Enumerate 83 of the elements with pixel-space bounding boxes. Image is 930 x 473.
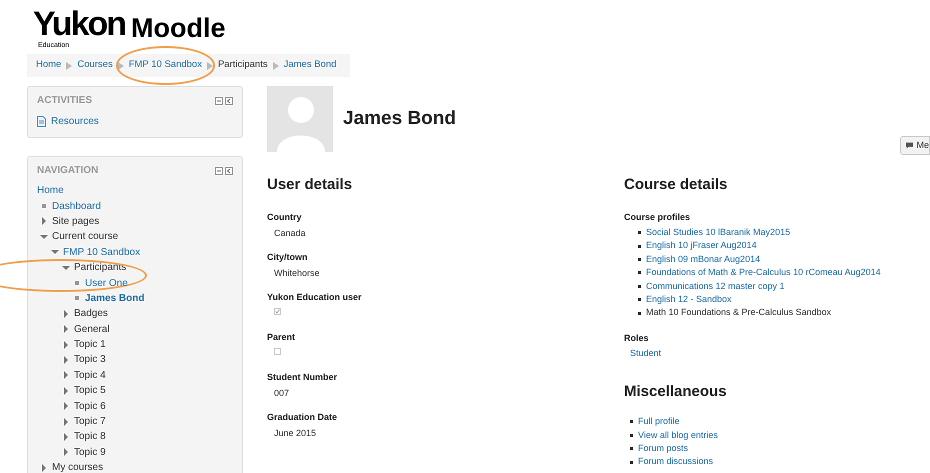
nav-item[interactable]: Dashboard xyxy=(52,200,101,212)
field-label: Student Number xyxy=(267,370,338,384)
nav-item[interactable]: Current course xyxy=(52,231,118,242)
separator-icon xyxy=(272,62,279,70)
bullet-icon xyxy=(630,420,633,424)
separator-icon xyxy=(118,62,124,70)
breadcrumb-link[interactable]: James Bond xyxy=(284,58,336,73)
breadcrumb-link[interactable]: Courses xyxy=(77,58,113,73)
field-value: June 2015 xyxy=(274,427,318,440)
block-title: NAVIGATION xyxy=(37,164,98,178)
course-link[interactable]: Foundations of Math & Pre-Calculus 10 rComeau Aug2014 xyxy=(646,266,881,280)
logo-wordmark: Yukon xyxy=(33,6,126,42)
bullet-icon xyxy=(75,281,79,286)
bullet-icon xyxy=(638,231,641,234)
nav-item[interactable]: Topic 4 xyxy=(74,370,106,381)
field-label: Parent xyxy=(267,330,296,344)
nav-item[interactable]: Badges xyxy=(74,308,108,320)
bullet-icon xyxy=(638,298,641,302)
bullet-icon xyxy=(638,284,641,288)
breadcrumb-link[interactable]: FMP 10 Sandbox xyxy=(128,58,202,73)
message-button[interactable]: Me xyxy=(900,136,930,155)
bullet-icon xyxy=(638,244,641,248)
section-heading: Course details xyxy=(624,175,728,195)
course-name: Math 10 Foundations & Pre-Calculus Sandbox xyxy=(646,306,832,320)
breadcrumb-link[interactable]: Participants xyxy=(218,58,268,73)
misc-link[interactable]: Forum posts xyxy=(638,442,688,456)
breadcrumb-link[interactable]: Home xyxy=(36,58,62,73)
bullet-icon xyxy=(638,258,641,261)
field-label: Roles xyxy=(624,332,650,345)
field-value: Whitehorse xyxy=(274,267,321,280)
section-heading: User details xyxy=(267,175,354,195)
course-link[interactable]: Social Studies 10 lBaranik May2015 xyxy=(646,226,790,240)
nav-item[interactable]: Participants xyxy=(74,262,126,274)
bullet-icon xyxy=(75,296,79,300)
separator-icon xyxy=(66,62,72,70)
avatar-placeholder xyxy=(267,86,333,152)
document-icon xyxy=(37,116,46,127)
misc-link[interactable]: Forum discussions xyxy=(638,455,714,469)
collapsed-arrow-icon[interactable] xyxy=(40,217,48,226)
field-label: Country xyxy=(267,210,302,224)
block-controls-icon[interactable] xyxy=(215,96,233,104)
nav-item[interactable]: Topic 9 xyxy=(74,446,106,458)
course-link[interactable]: Communications 12 master copy 1 xyxy=(646,280,785,294)
bullet-icon xyxy=(42,204,46,208)
field-value: 007 xyxy=(274,387,290,400)
course-link[interactable]: English 12 - Sandbox xyxy=(646,292,732,306)
section-heading: Miscellaneous xyxy=(624,382,728,402)
role-link[interactable]: Student xyxy=(630,347,930,361)
collapsed-arrow-icon[interactable] xyxy=(40,464,48,472)
separator-icon xyxy=(206,62,213,70)
nav-item[interactable]: Topic 6 xyxy=(74,400,106,412)
misc-link[interactable]: View all blog entries xyxy=(638,428,718,442)
nav-item[interactable]: User One xyxy=(85,278,128,289)
speech-bubble-icon xyxy=(906,142,914,150)
nav-item[interactable]: Topic 5 xyxy=(74,385,106,396)
profile-name: James Bond xyxy=(343,106,456,131)
bullet-icon xyxy=(638,312,641,315)
field-label: Course profiles xyxy=(624,210,692,224)
nav-item[interactable]: Home xyxy=(37,185,64,196)
course-link[interactable]: English 10 jFraser Aug2014 xyxy=(646,239,757,253)
block-title: ACTIVITIES xyxy=(37,94,92,108)
field-label: City/town xyxy=(267,250,308,264)
nav-item[interactable]: Topic 1 xyxy=(74,339,106,350)
bullet-icon xyxy=(630,460,633,464)
nav-item[interactable]: Site pages xyxy=(52,216,100,227)
site-title: Moodle xyxy=(131,12,226,45)
field-label: Yukon Education user xyxy=(267,290,363,304)
nav-item[interactable]: Topic 3 xyxy=(74,354,106,366)
nav-item[interactable]: My courses xyxy=(52,462,104,473)
block-controls-icon[interactable] xyxy=(215,166,233,174)
bullet-icon xyxy=(630,434,633,437)
bullet-icon xyxy=(630,447,633,450)
nav-item[interactable]: James Bond xyxy=(85,292,144,304)
field-label: Graduation Date xyxy=(267,410,338,424)
misc-link[interactable]: Full profile xyxy=(638,415,680,429)
bullet-icon xyxy=(638,271,641,274)
nav-item[interactable]: Topic 7 xyxy=(74,416,106,428)
resource-link[interactable]: Resources xyxy=(51,114,99,129)
field-value: Canada xyxy=(274,227,307,240)
nav-item[interactable]: Topic 8 xyxy=(74,431,106,442)
course-link[interactable]: English 09 mBonar Aug2014 xyxy=(646,252,760,266)
nav-item[interactable]: General xyxy=(74,324,110,335)
nav-item[interactable]: FMP 10 Sandbox xyxy=(63,246,140,258)
